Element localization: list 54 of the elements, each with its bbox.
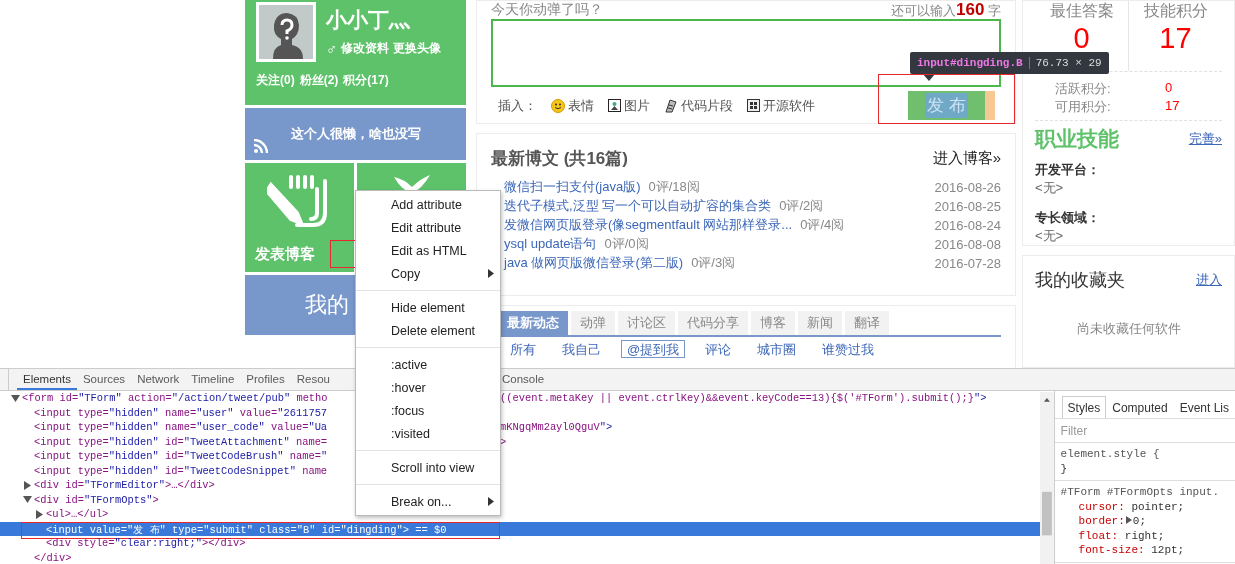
score-value: 17: [1159, 22, 1192, 54]
motto-text: 这个人很懒，啥也没写: [290, 125, 421, 143]
post-stats: 0评/18阅: [648, 178, 700, 197]
post-stats: 0评/4阅: [800, 216, 845, 235]
code-text: <div id="TFormOpts">: [34, 493, 159, 506]
post-date: 2016-08-24: [934, 217, 1001, 233]
code-text: <input value="发 布" type="submit" class="B" id="dingding"> == $0: [46, 523, 447, 537]
char-counter: 还可以输入160 字: [891, 0, 1001, 20]
post-date: 2016-08-25: [934, 198, 1001, 214]
score-label: 技能积分: [1143, 1, 1208, 21]
post-stats: 0评/3阅: [691, 254, 736, 273]
code-text: >: [500, 435, 508, 448]
css-brace: }: [1060, 461, 1069, 476]
code-text: <div id="TFormEditor">…</div>: [34, 479, 215, 492]
css-selector: #TForm #TFormOpts input.: [1060, 485, 1220, 500]
code-text: <input type="hidden" id="TweetCodeSnippet" name: [34, 464, 328, 477]
gender-symbol: ♂: [326, 40, 338, 57]
field-label: 开发平台：: [1035, 161, 1101, 179]
tweet-prompt: 今天你动弹了吗？: [491, 0, 603, 19]
css-selector: element.style {: [1060, 447, 1161, 462]
field-label: 专长领域：: [1035, 209, 1101, 227]
post-date: 2016-07-28: [934, 255, 1001, 271]
code-text: <form id="TForm" action="/action/tweet/pub" metho: [22, 392, 328, 405]
detail-label: 可用积分:: [1055, 98, 1112, 116]
user-name: 小小丁灬: [326, 7, 411, 33]
section-title: 最新博文 (共16篇): [491, 147, 628, 170]
score-label: 最佳答案: [1049, 1, 1114, 21]
detail-value: 17: [1165, 98, 1181, 115]
insert-label: 插入：: [498, 96, 537, 115]
skills-title: 职业技能: [1035, 126, 1119, 152]
code-text: <input type="hidden" name="user_code" value="Ua: [34, 421, 328, 434]
css-property: cursor: pointer;: [1077, 499, 1186, 514]
post-stats: 0评/0阅: [604, 235, 649, 254]
code-text: <input type="hidden" name="user" value="2611757: [34, 406, 328, 419]
css-property: font-size: 12pt;: [1077, 543, 1186, 558]
code-text: </div>: [34, 551, 72, 564]
code-text: <input type="hidden" id="TweetCodeBrush" name=": [34, 450, 328, 463]
code-text: mKNgqMm2ayl0QguV">: [500, 421, 614, 434]
code-text: <ul>…</ul>: [46, 508, 109, 521]
empty-message: 尚未收藏任何软件: [1076, 320, 1181, 338]
post-date: 2016-08-26: [934, 179, 1001, 195]
css-property: float: right;: [1077, 528, 1166, 543]
score-value: 0: [1073, 22, 1090, 54]
code-text: <input type="hidden" id="TweetAttachment" name=: [34, 435, 328, 448]
detail-value: 0: [1165, 80, 1174, 97]
code-text: <div style="clear:right;"></div>: [46, 537, 246, 550]
post-date: 2016-08-08: [934, 236, 1001, 252]
code-text: ((event.metaKey || event.ctrlKey)&&event.keyCode==13){$('#TForm').submit();}">: [500, 392, 988, 405]
css-property: border: 0;: [1077, 514, 1147, 529]
field-value: <无>: [1035, 179, 1065, 197]
detail-label: 活跃积分:: [1055, 80, 1112, 98]
field-value: <无>: [1035, 227, 1065, 245]
favorites-title: 我的收藏夹: [1035, 269, 1125, 292]
post-stats: 0评/2阅: [779, 197, 824, 216]
